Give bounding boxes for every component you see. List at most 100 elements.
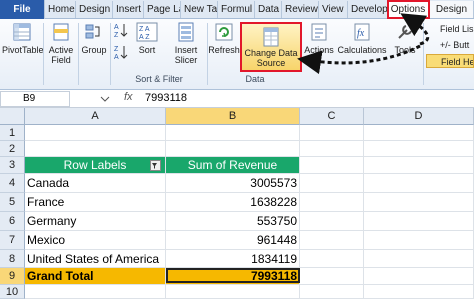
sort-descending-button[interactable]: Z A — [112, 43, 130, 63]
tab-design[interactable]: Design — [430, 1, 474, 18]
cell-c3[interactable] — [300, 157, 364, 174]
cell-d4[interactable] — [364, 174, 474, 193]
sort-button[interactable]: Z A A Z Sort — [132, 21, 162, 55]
cell-d6[interactable] — [364, 212, 474, 231]
cell-c8[interactable] — [300, 250, 364, 268]
cell-c9[interactable] — [300, 268, 364, 285]
actions-label: Actions — [304, 45, 334, 55]
pivot-row-label[interactable]: France — [25, 193, 166, 212]
insert-function-icon[interactable]: fx — [124, 91, 133, 103]
tab-design-table[interactable]: Design — [76, 1, 113, 18]
cell-d5[interactable] — [364, 193, 474, 212]
tab-new-tab[interactable]: New Ta — [181, 1, 218, 18]
cell-c7[interactable] — [300, 231, 364, 250]
pivottable-label: PivotTable — [2, 45, 44, 55]
cell-d10[interactable] — [364, 285, 474, 299]
field-list-button[interactable]: Field Lis — [426, 22, 474, 36]
cell-d9[interactable] — [364, 268, 474, 285]
cell-a2[interactable] — [25, 141, 166, 157]
cell-b10[interactable] — [166, 285, 300, 299]
cell-d2[interactable] — [364, 141, 474, 157]
refresh-button[interactable]: Refresh — [208, 21, 240, 55]
active-field-button[interactable]: Active Field — [44, 21, 78, 65]
group-button[interactable]: Group — [79, 21, 109, 55]
tab-page-layout[interactable]: Page La — [144, 1, 181, 18]
row-header-7[interactable]: 7 — [0, 231, 25, 250]
row-header-2[interactable]: 2 — [0, 141, 25, 157]
cell-d3[interactable] — [364, 157, 474, 174]
row-header-4[interactable]: 4 — [0, 174, 25, 193]
pivot-row-value[interactable]: 553750 — [166, 212, 300, 231]
column-header-d[interactable]: D — [364, 108, 474, 125]
cell-c5[interactable] — [300, 193, 364, 212]
tab-data[interactable]: Data — [255, 1, 282, 18]
row-header-1[interactable]: 1 — [0, 125, 25, 141]
actions-button[interactable]: Actions — [304, 21, 334, 55]
cell-d8[interactable] — [364, 250, 474, 268]
pivot-row-labels-header[interactable]: Row Labels — [25, 157, 166, 174]
select-all-corner[interactable] — [0, 108, 25, 125]
tab-developer[interactable]: Develop — [348, 1, 388, 18]
cell-a1[interactable] — [25, 125, 166, 141]
pivot-row-value[interactable]: 961448 — [166, 231, 300, 250]
name-box[interactable]: B9 — [0, 91, 70, 107]
pivot-row-value[interactable]: 1834119 — [166, 250, 300, 268]
tab-home[interactable]: Home — [45, 1, 76, 18]
cell-c6[interactable] — [300, 212, 364, 231]
pivot-row-label[interactable]: Mexico — [25, 231, 166, 250]
svg-text:A Z: A Z — [139, 34, 150, 41]
cell-d7[interactable] — [364, 231, 474, 250]
column-header-c[interactable]: C — [300, 108, 364, 125]
cell-b1[interactable] — [166, 125, 300, 141]
formula-bar: B9 fx 7993118 — [0, 90, 474, 108]
tab-file[interactable]: File — [0, 0, 45, 19]
ribbon: PivotTable Active Field Group A Z Z A Z … — [0, 19, 474, 90]
tab-options[interactable]: Options — [387, 0, 430, 19]
tab-formulas[interactable]: Formul — [218, 1, 255, 18]
group-label: Group — [81, 45, 107, 55]
row-header-9[interactable]: 9 — [0, 268, 25, 285]
cell-d1[interactable] — [364, 125, 474, 141]
cell-b2[interactable] — [166, 141, 300, 157]
row-header-8[interactable]: 8 — [0, 250, 25, 268]
pivot-row-label[interactable]: Germany — [25, 212, 166, 231]
pivot-row-value[interactable]: 1638228 — [166, 193, 300, 212]
sort-ascending-button[interactable]: A Z — [112, 21, 130, 41]
pivottable-button[interactable]: PivotTable — [2, 21, 44, 55]
active-field-icon — [53, 23, 69, 41]
cell-c4[interactable] — [300, 174, 364, 193]
sort-az-icon: A Z — [114, 24, 128, 39]
row-header-6[interactable]: 6 — [0, 212, 25, 231]
group-icon — [85, 24, 100, 39]
insert-slicer-button[interactable]: Insert Slicer — [166, 21, 206, 65]
cell-c2[interactable] — [300, 141, 364, 157]
pivot-row-label[interactable]: Canada — [25, 174, 166, 193]
name-box-dropdown-icon[interactable] — [100, 95, 110, 103]
tools-button[interactable]: Tools — [390, 21, 420, 55]
cell-c10[interactable] — [300, 285, 364, 299]
row-header-3[interactable]: 3 — [0, 157, 25, 174]
filter-dropdown-icon[interactable] — [150, 160, 161, 171]
plus-minus-buttons-button[interactable]: +/- Butt — [426, 38, 474, 52]
cell-c1[interactable] — [300, 125, 364, 141]
column-header-a[interactable]: A — [25, 108, 166, 125]
pivot-row-value[interactable]: 3005573 — [166, 174, 300, 193]
row-header-5[interactable]: 5 — [0, 193, 25, 212]
tab-review[interactable]: Review — [282, 1, 319, 18]
ribbon-separator — [423, 23, 424, 85]
cell-a10[interactable] — [25, 285, 166, 299]
grand-total-label[interactable]: Grand Total — [25, 268, 166, 285]
change-data-source-button[interactable]: Change Data Source — [240, 22, 302, 72]
tab-insert[interactable]: Insert — [113, 1, 144, 18]
insert-slicer-icon — [178, 22, 194, 42]
sort-label: Sort — [138, 45, 156, 55]
formula-input[interactable]: 7993118 — [145, 92, 187, 104]
column-header-b[interactable]: B — [166, 108, 300, 125]
row-header-10[interactable]: 10 — [0, 285, 25, 299]
tab-view[interactable]: View — [319, 1, 348, 18]
pivot-sum-of-revenue-header[interactable]: Sum of Revenue — [166, 157, 300, 174]
grand-total-value[interactable]: 7993118 — [166, 268, 300, 285]
calculations-button[interactable]: fx Calculations — [336, 21, 388, 55]
field-headers-button[interactable]: Field He — [426, 54, 474, 68]
pivot-row-label[interactable]: United States of America — [25, 250, 166, 268]
